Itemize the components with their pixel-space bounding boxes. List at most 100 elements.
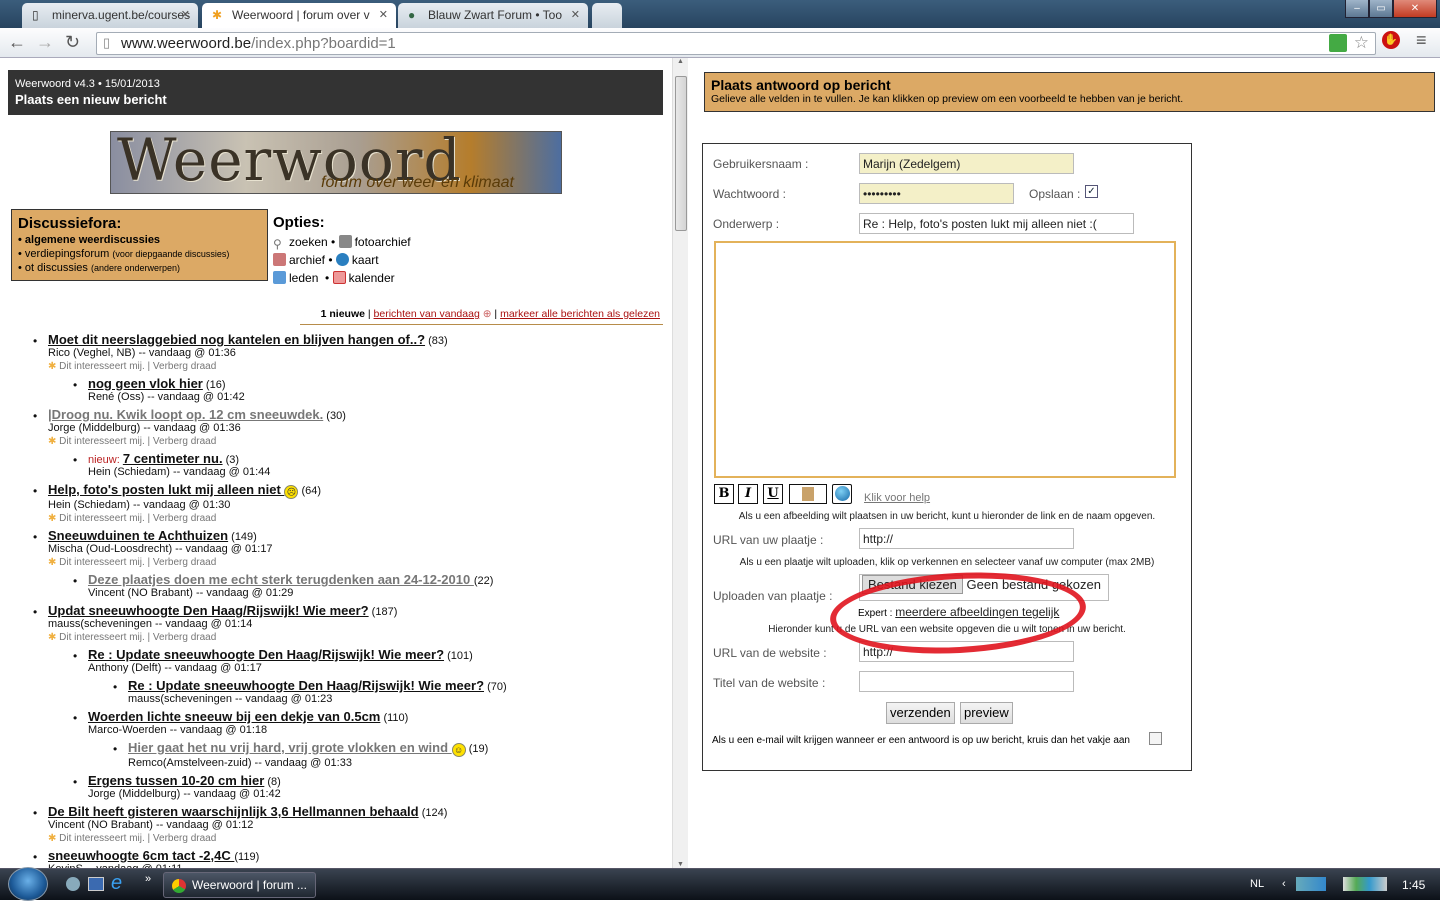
hide-thread-link[interactable]: Verberg draad: [153, 513, 216, 524]
back-icon[interactable]: ←: [8, 32, 26, 53]
thread-title-link[interactable]: Ergens tussen 10-20 cm hier: [88, 773, 264, 788]
insert-link-button[interactable]: [832, 484, 852, 504]
tray-network-icons[interactable]: [1296, 877, 1326, 891]
minimize-button[interactable]: –: [1345, 0, 1369, 18]
start-button[interactable]: [8, 867, 48, 901]
username-input[interactable]: Marijn (Zedelgem): [859, 153, 1074, 174]
taskbar-chrome-button[interactable]: Weerwoord | forum ...: [163, 872, 316, 898]
subject-input[interactable]: Re : Help, foto's posten lukt mij alleen…: [859, 213, 1134, 234]
forum-link-algemeen[interactable]: • algemene weerdiscussies: [18, 233, 261, 247]
option-zoeken[interactable]: ⚲ zoeken: [273, 235, 328, 251]
tab-weerwoord[interactable]: ✱ Weerwoord | forum over v ✕: [202, 3, 396, 29]
website-url-input[interactable]: http://: [859, 641, 1074, 662]
new-tab-button[interactable]: [592, 3, 622, 28]
choose-file-button[interactable]: Bestand kiezen: [862, 575, 963, 594]
scrollbar-thumb[interactable]: [675, 76, 687, 231]
menu-icon[interactable]: ≡: [1416, 30, 1427, 51]
option-fotoarchief[interactable]: fotoarchief: [338, 235, 411, 249]
todays-posts-link[interactable]: berichten van vandaag: [374, 308, 480, 320]
thread-title-link[interactable]: Re : Update sneeuwhoogte Den Haag/Rijswi…: [128, 678, 484, 693]
preview-button[interactable]: preview: [960, 702, 1013, 724]
interest-link[interactable]: Dit interesseert mij.: [59, 557, 145, 568]
clock[interactable]: 1:45: [1402, 878, 1425, 892]
close-tab-icon[interactable]: ✕: [181, 8, 190, 21]
insert-image-button[interactable]: [789, 484, 827, 504]
option-leden[interactable]: leden: [273, 271, 318, 285]
multiple-images-link[interactable]: meerdere afbeeldingen tegelijk: [895, 605, 1059, 619]
interest-link[interactable]: Dit interesseert mij.: [59, 513, 145, 524]
quicklaunch-icon[interactable]: [66, 877, 80, 891]
thread-title-link[interactable]: De Bilt heeft gisteren waarschijnlijk 3,…: [48, 804, 419, 819]
bullet: •: [73, 711, 78, 725]
show-desktop-icon[interactable]: [88, 877, 104, 891]
close-tab-icon[interactable]: ✕: [571, 8, 580, 21]
thread-title-link[interactable]: Sneeuwduinen te Achthuizen: [48, 528, 228, 543]
thread-title-link[interactable]: Hier gaat het nu vrij hard, vrij grote v…: [128, 740, 452, 755]
weerwoord-banner-logo[interactable]: Weerwoord forum over weer en klimaat: [110, 131, 562, 194]
forward-icon[interactable]: →: [36, 32, 54, 53]
save-checkbox[interactable]: ✓: [1085, 185, 1098, 198]
reload-icon[interactable]: ↻: [65, 32, 80, 53]
thread-title-link[interactable]: Woerden lichte sneeuw bij een dekje van …: [88, 709, 380, 724]
show-hidden-icons[interactable]: ‹: [1282, 878, 1286, 890]
close-tab-icon[interactable]: ✕: [379, 8, 388, 21]
thread-title-link[interactable]: Help, foto's posten lukt mij alleen niet: [48, 482, 284, 497]
thread-title-link[interactable]: 7 centimeter nu.: [123, 451, 223, 466]
left-scrollbar[interactable]: ▲ ▼: [672, 58, 688, 868]
hide-thread-link[interactable]: Verberg draad: [153, 632, 216, 643]
message-textarea[interactable]: [714, 241, 1176, 478]
thread-title-link[interactable]: Updat sneeuwhoogte Den Haag/Rijswijk! Wi…: [48, 603, 369, 618]
thread-item: • nog geen vlok hier (16) René (Oss) -- va…: [0, 376, 672, 404]
adblock-icon[interactable]: ✋: [1382, 31, 1400, 49]
maximize-button[interactable]: ▭: [1369, 0, 1393, 18]
website-url-label: URL van de website :: [713, 646, 827, 660]
language-indicator[interactable]: NL: [1250, 878, 1264, 890]
interest-link[interactable]: Dit interesseert mij.: [59, 361, 145, 372]
tab-blauw-zwart[interactable]: ● Blauw Zwart Forum • Too ✕: [398, 3, 588, 28]
underline-button[interactable]: U: [763, 484, 783, 504]
thread-title-link[interactable]: sneeuwhoogte 6cm tact -2,4C: [48, 848, 234, 863]
interest-link[interactable]: Dit interesseert mij.: [59, 632, 145, 643]
interest-link[interactable]: Dit interesseert mij.: [59, 436, 145, 447]
email-notify-checkbox[interactable]: [1149, 732, 1162, 745]
password-input[interactable]: •••••••••: [859, 183, 1014, 204]
hide-thread-link[interactable]: Verberg draad: [153, 361, 216, 372]
url-host: www.weerwoord.be: [121, 35, 252, 52]
forum-link-ot[interactable]: • ot discussies (andere onderwerpen): [18, 261, 261, 275]
thread-title-link[interactable]: Re : Update sneeuwhoogte Den Haag/Rijswi…: [88, 647, 444, 662]
extension-icon[interactable]: [1329, 34, 1347, 52]
thread-title-link[interactable]: |Droog nu. Kwik loopt op. 12 cm sneeuwde…: [48, 407, 323, 422]
mark-all-read-link[interactable]: markeer alle berichten als gelezen: [500, 308, 660, 320]
thread-title-link[interactable]: nog geen vlok hier: [88, 376, 203, 391]
tray-power-volume-icons[interactable]: [1343, 877, 1387, 891]
forum-link-verdieping[interactable]: • verdiepingsforum (voor diepgaande disc…: [18, 247, 261, 261]
scroll-down-icon[interactable]: ▼: [673, 861, 688, 868]
reply-subtitle: Gelieve alle velden in te vullen. Je kan…: [711, 93, 1184, 105]
more-icon[interactable]: »: [145, 873, 151, 885]
hide-thread-link[interactable]: Verberg draad: [153, 436, 216, 447]
tab-minerva[interactable]: ▯ minerva.ugent.be/courses ✕: [22, 3, 198, 28]
file-input[interactable]: Bestand kiezen Geen bestand gekozen: [859, 574, 1109, 601]
thread-title-link[interactable]: Moet dit neerslaggebied nog kantelen en …: [48, 332, 425, 347]
interest-link[interactable]: Dit interesseert mij.: [59, 833, 145, 844]
hide-thread-link[interactable]: Verberg draad: [153, 833, 216, 844]
submit-button[interactable]: verzenden: [886, 702, 955, 724]
star-icon: ✱: [48, 632, 57, 643]
bold-button[interactable]: B: [714, 484, 734, 504]
thread-title-link[interactable]: Deze plaatjes doen me echt sterk terugde…: [88, 572, 474, 587]
ie-icon[interactable]: e: [111, 872, 122, 895]
image-url-input[interactable]: http://: [859, 528, 1074, 549]
hide-thread-link[interactable]: Verberg draad: [153, 557, 216, 568]
close-window-button[interactable]: ✕: [1393, 0, 1437, 18]
star-icon: ✱: [48, 557, 57, 568]
option-kalender[interactable]: kalender: [332, 271, 395, 285]
address-bar[interactable]: ▯ www.weerwoord.be/index.php?boardid=1 ☆: [96, 32, 1376, 55]
scroll-up-icon[interactable]: ▲: [673, 58, 688, 65]
option-archief[interactable]: archief: [273, 253, 325, 267]
no-file-text: Geen bestand gekozen: [966, 577, 1101, 592]
website-title-input[interactable]: [859, 671, 1074, 692]
italic-button[interactable]: I: [738, 484, 758, 504]
star-icon[interactable]: ☆: [1354, 33, 1369, 53]
help-link[interactable]: Klik voor help: [864, 492, 930, 504]
option-kaart[interactable]: kaart: [335, 253, 379, 267]
